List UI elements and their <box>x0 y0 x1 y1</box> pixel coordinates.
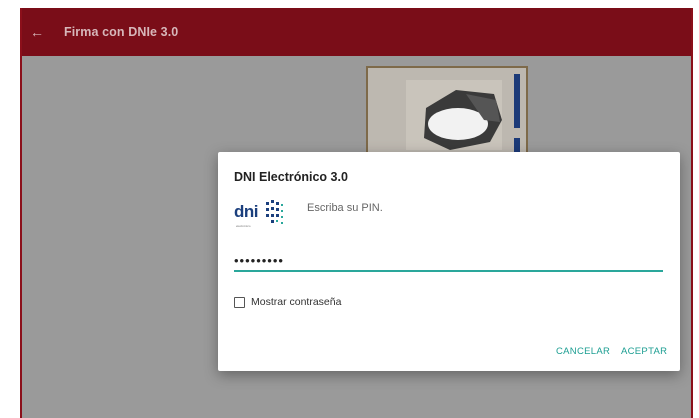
dialog-title: DNI Electrónico 3.0 <box>234 170 348 184</box>
show-password-checkbox[interactable] <box>234 296 245 308</box>
accept-button[interactable]: ACEPTAR <box>621 346 667 357</box>
show-password-label[interactable]: Mostrar contraseña <box>251 296 341 308</box>
show-password-row[interactable]: Mostrar contraseña <box>234 296 341 308</box>
dni-chip-icon <box>266 200 283 224</box>
card-photo <box>406 80 502 150</box>
toolbar-title: Firma con DNIe 3.0 <box>64 25 179 39</box>
pin-prompt: Escriba su PIN. <box>307 202 383 214</box>
dni-logo-text: dni <box>234 202 259 221</box>
dni-logo: dni electrónico <box>234 198 284 232</box>
card-stripe <box>514 74 520 128</box>
pin-dialog: DNI Electrónico 3.0 dni electrónico Escr… <box>218 152 680 371</box>
toolbar: ← Firma con DNIe 3.0 <box>22 8 691 56</box>
cancel-button[interactable]: CANCELAR <box>556 346 610 357</box>
arrow-left-icon[interactable]: ← <box>22 8 52 56</box>
dni-logo-subtext: electrónico <box>236 224 251 228</box>
pin-input[interactable] <box>234 250 663 272</box>
